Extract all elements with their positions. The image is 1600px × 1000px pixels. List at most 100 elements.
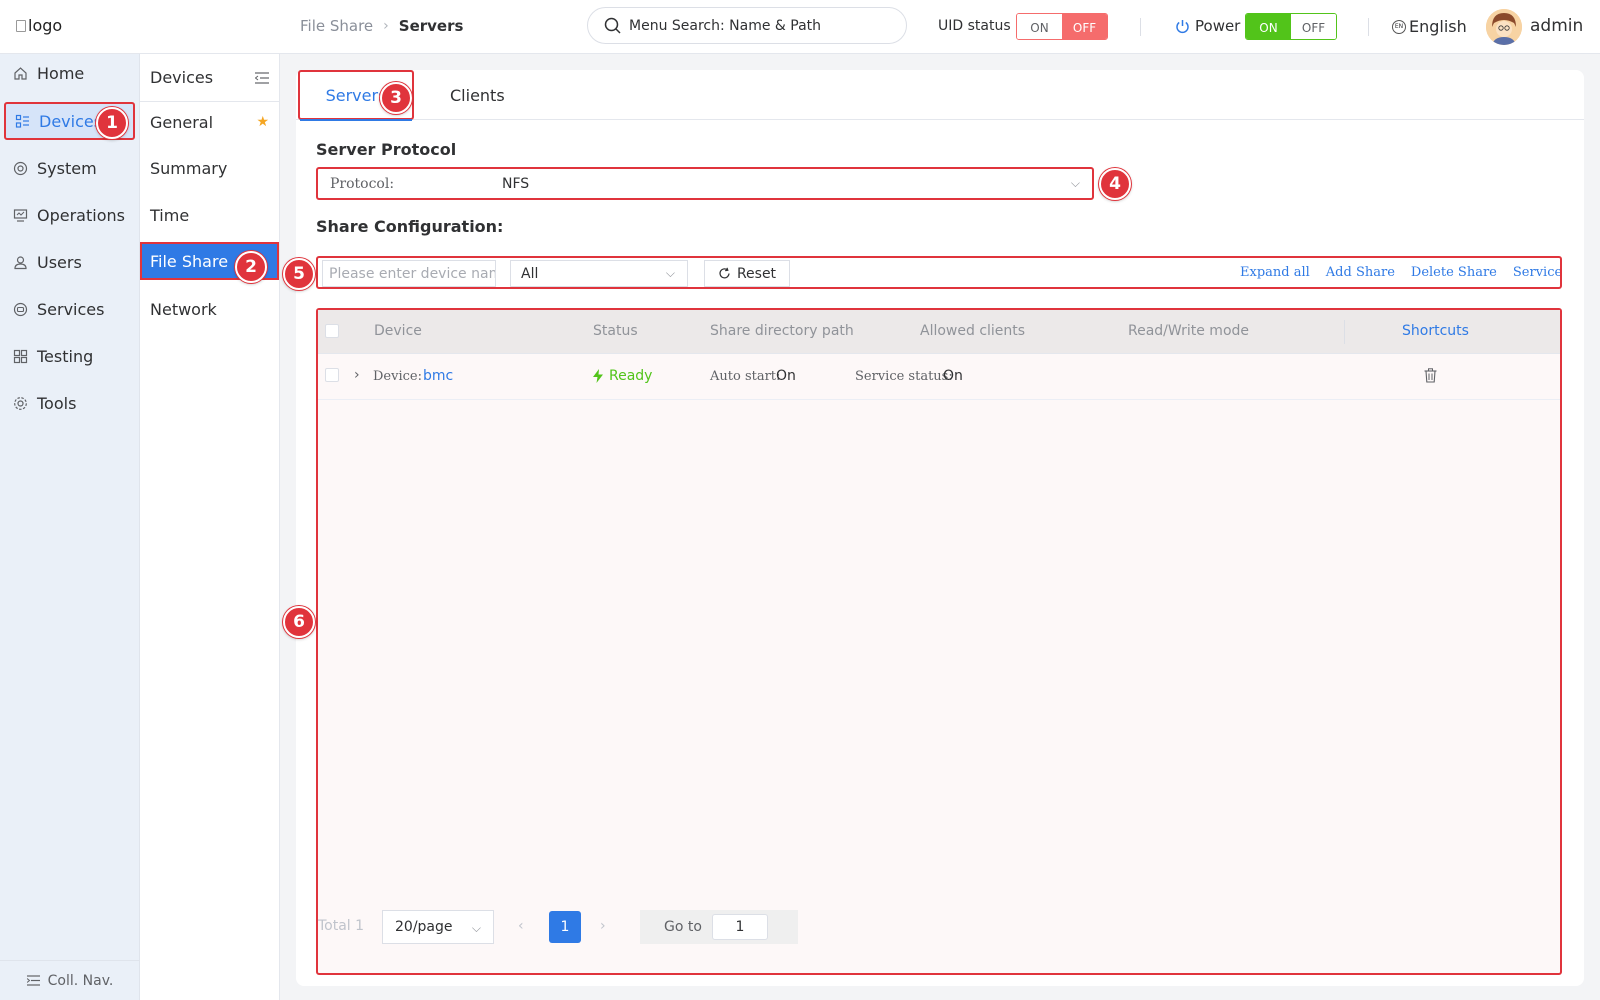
row-checkbox[interactable] bbox=[325, 368, 339, 382]
nav-label: Devices bbox=[39, 111, 103, 131]
table-header: Device Status Share directory path Allow… bbox=[318, 310, 1560, 354]
select-all-checkbox[interactable] bbox=[325, 324, 339, 338]
callout-badge: 6 bbox=[283, 606, 315, 638]
protocol-select[interactable]: Protocol: NFS ⌵ bbox=[316, 167, 1094, 200]
status-filter-value: All bbox=[521, 265, 539, 282]
subnav-item-network[interactable]: Network bbox=[140, 290, 279, 328]
auto-start-label: Auto start: bbox=[710, 369, 781, 384]
top-header: logo File Share › Servers Menu Search: N… bbox=[0, 0, 1600, 54]
subnav-label: Time bbox=[150, 205, 190, 225]
header-divider bbox=[1140, 18, 1141, 36]
language-selector[interactable]: EN English bbox=[1392, 17, 1467, 36]
goto-page: Go to 1 bbox=[640, 910, 798, 944]
nav-label: Tools bbox=[37, 393, 77, 413]
menu-fold-icon[interactable] bbox=[255, 71, 269, 84]
pagination: Total 1 20/page ⌵ ‹ 1 › Go to 1 bbox=[318, 910, 1560, 944]
share-configuration-title: Share Configuration: bbox=[316, 217, 504, 236]
chevron-down-icon: ⌵ bbox=[471, 921, 481, 935]
operations-icon bbox=[12, 207, 28, 223]
server-protocol-title: Server Protocol bbox=[316, 140, 457, 159]
chevron-right-icon: › bbox=[383, 18, 389, 34]
callout-badge: 4 bbox=[1099, 168, 1131, 200]
nav-item-operations[interactable]: Operations bbox=[0, 196, 140, 234]
avatar[interactable] bbox=[1486, 9, 1522, 45]
nav-item-testing[interactable]: Testing bbox=[0, 337, 140, 375]
language-label: English bbox=[1409, 17, 1467, 36]
callout-badge: 3 bbox=[380, 82, 412, 114]
uid-status-toggle[interactable]: ON OFF bbox=[1016, 13, 1108, 40]
page-number[interactable]: 1 bbox=[549, 911, 581, 943]
callout-badge: 1 bbox=[96, 107, 128, 139]
expand-all-link[interactable]: Expand all bbox=[1240, 265, 1310, 280]
chevron-right-icon[interactable]: › bbox=[354, 367, 360, 383]
uid-off-option[interactable]: OFF bbox=[1062, 14, 1107, 39]
tools-icon bbox=[12, 395, 28, 411]
subnav-item-general[interactable]: General ★ bbox=[140, 103, 279, 141]
service-setting-link[interactable]: Service Setting bbox=[1513, 265, 1560, 280]
collapse-nav-button[interactable]: Coll. Nav. bbox=[0, 960, 140, 1000]
tab-clients[interactable]: Clients bbox=[450, 70, 510, 120]
nav-label: Operations bbox=[37, 205, 125, 225]
share-actions: Expand all Add Share Delete Share Servic… bbox=[1240, 265, 1560, 280]
callout-badge: 5 bbox=[283, 258, 315, 290]
username[interactable]: admin bbox=[1530, 16, 1583, 36]
total-count: Total 1 bbox=[318, 918, 365, 934]
trash-icon[interactable] bbox=[1424, 368, 1437, 387]
share-table: Device Status Share directory path Allow… bbox=[316, 308, 1562, 975]
uid-on-option[interactable]: ON bbox=[1017, 14, 1062, 39]
power-label: Power bbox=[1175, 17, 1240, 35]
service-status-value: On bbox=[943, 368, 963, 384]
device-name[interactable]: bmc bbox=[423, 368, 453, 384]
power-toggle[interactable]: ON OFF bbox=[1245, 13, 1337, 40]
home-icon bbox=[12, 65, 28, 81]
refresh-icon bbox=[719, 267, 730, 279]
prev-page-icon[interactable]: ‹ bbox=[518, 918, 524, 934]
star-icon[interactable]: ★ bbox=[256, 114, 269, 130]
collapse-label: Coll. Nav. bbox=[47, 972, 114, 989]
system-icon bbox=[12, 160, 28, 176]
subnav-item-time[interactable]: Time bbox=[140, 196, 279, 234]
next-page-icon[interactable]: › bbox=[600, 918, 606, 934]
logo-alt-text: logo bbox=[28, 16, 63, 35]
breadcrumb-servers: Servers bbox=[398, 17, 464, 35]
goto-input[interactable]: 1 bbox=[711, 914, 768, 940]
subnav-header: Devices bbox=[140, 54, 279, 102]
device-name-input[interactable]: Please enter device name bbox=[322, 260, 496, 287]
nav-item-users[interactable]: Users bbox=[0, 243, 140, 281]
subnav-label: File Share bbox=[150, 251, 229, 271]
power-on-option[interactable]: ON bbox=[1246, 14, 1291, 39]
subnav-label: Network bbox=[150, 299, 217, 319]
service-status-label: Service status: bbox=[855, 369, 953, 384]
nav-item-home[interactable]: Home bbox=[0, 54, 140, 92]
page-size-select[interactable]: 20/page ⌵ bbox=[382, 910, 494, 944]
column-header-device: Device bbox=[374, 323, 422, 339]
menu-search-input[interactable]: Menu Search: Name & Path bbox=[587, 7, 907, 44]
subnav-item-summary[interactable]: Summary bbox=[140, 149, 279, 187]
nav-item-tools[interactable]: Tools bbox=[0, 384, 140, 422]
language-icon: EN bbox=[1392, 19, 1406, 34]
power-off-option[interactable]: OFF bbox=[1291, 14, 1336, 39]
nav-item-services[interactable]: Services bbox=[0, 290, 140, 328]
logo[interactable]: logo bbox=[16, 16, 62, 35]
reset-label: Reset bbox=[736, 265, 777, 282]
add-share-link[interactable]: Add Share bbox=[1326, 265, 1395, 280]
search-placeholder: Menu Search: Name & Path bbox=[629, 17, 822, 34]
uid-status-label: UID status bbox=[938, 18, 1011, 34]
reset-button[interactable]: Reset bbox=[704, 260, 790, 287]
column-header-allowed-clients: Allowed clients bbox=[920, 323, 1026, 339]
status-filter-select[interactable]: All ⌵ bbox=[510, 260, 688, 287]
table-row[interactable]: › Device: bmc Ready Auto start: On Servi… bbox=[318, 354, 1560, 400]
users-icon bbox=[12, 254, 28, 270]
lightning-icon bbox=[593, 369, 603, 383]
breadcrumb-file-share[interactable]: File Share bbox=[300, 17, 373, 35]
nav-label: Services bbox=[37, 299, 105, 319]
power-icon bbox=[1176, 19, 1189, 33]
page-size-value: 20/page bbox=[395, 919, 453, 935]
status-ready: Ready bbox=[593, 368, 652, 384]
delete-share-link[interactable]: Delete Share bbox=[1411, 265, 1497, 280]
status-text: Ready bbox=[609, 368, 653, 384]
nav-item-system[interactable]: System bbox=[0, 149, 140, 187]
subnav-title: Devices bbox=[150, 68, 214, 87]
column-header-share-path: Share directory path bbox=[710, 323, 854, 339]
services-icon bbox=[12, 301, 28, 317]
